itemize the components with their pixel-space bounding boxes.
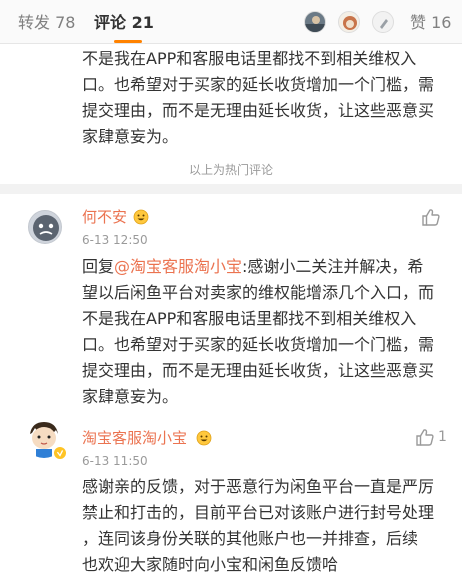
grinning-face-icon [196,430,212,446]
comment-time: 6-13 11:50 [82,454,148,468]
comment-text: 不是我在APP和客服电话里都找不到相关维权入 口。也希望对于买家的延长收货增加一… [82,46,434,150]
grinning-face-icon [133,209,149,225]
hot-comments-divider: 以上为热门评论 [188,163,273,177]
comment-line: 提交理由，而不是无理由延长收货，让这些恶意买 [82,361,435,380]
comment-line: 家肆意妄为。 [82,127,179,146]
username[interactable]: 何不安 [82,207,127,227]
comment-line: ，连同该身份关联的其他账户也一并排查，后续 [82,529,419,548]
verified-badge-icon [53,446,67,460]
tab-likes[interactable]: 赞 16 [410,12,451,34]
comment-tab-bar: 转发 78 评论 21 赞 16 [0,0,462,44]
comment-line: 感谢亲的反馈，对于恶意行为闲鱼平台一直是严厉 [82,477,435,496]
mention-link[interactable]: @淘宝客服淘小宝 [114,257,242,276]
comment-time: 6-13 12:50 [82,233,148,247]
like-count: 1 [438,429,447,445]
liker-avatar [372,11,394,33]
thumbs-up-icon[interactable] [420,206,442,228]
section-separator [0,184,462,194]
comment-text: 感谢亲的反馈，对于恶意行为闲鱼平台一直是严厉 禁止和打击的，目前平台已对该账户进… [82,474,434,578]
comment-line: 口。也希望对于买家的延长收货增加一个门槛，需 [82,335,435,354]
tab-reposts[interactable]: 转发 78 [18,12,75,34]
comment-line: 不是我在APP和客服电话里都找不到相关维权入 [82,49,417,68]
liker-avatar [338,11,360,33]
comment-text: 回复@淘宝客服淘小宝:感谢小二关注并解决，希 望以后闲鱼平台对卖家的维权能增添几… [82,254,434,410]
comment-line: 也欢迎大家随时向小宝和闲鱼反馈哈 [82,555,339,574]
reply-prefix: 回复 [82,257,115,276]
comment-line: 不是我在APP和客服电话里都找不到相关维权入 [82,309,417,328]
comment-line: 望以后闲鱼平台对卖家的维权能增添几个入口，而 [82,283,435,302]
thumbs-up-icon[interactable] [414,426,436,448]
tab-comments[interactable]: 评论 21 [94,12,154,34]
comment-line: 家肆意妄为。 [82,387,179,406]
username[interactable]: 淘宝客服淘小宝 [82,428,187,448]
comment-line: :感谢小二关注并解决，希 [242,257,424,276]
comment-line: 禁止和打击的，目前平台已对该账户进行封号处理 [82,503,435,522]
active-tab-indicator [114,40,142,43]
liker-avatar [304,11,326,33]
comment-line: 口。也希望对于买家的延长收货增加一个门槛，需 [82,75,435,94]
avatar[interactable] [28,210,62,244]
comment-line: 提交理由，而不是无理由延长收货，让这些恶意买 [82,101,435,120]
liker-avatars[interactable] [304,11,400,33]
